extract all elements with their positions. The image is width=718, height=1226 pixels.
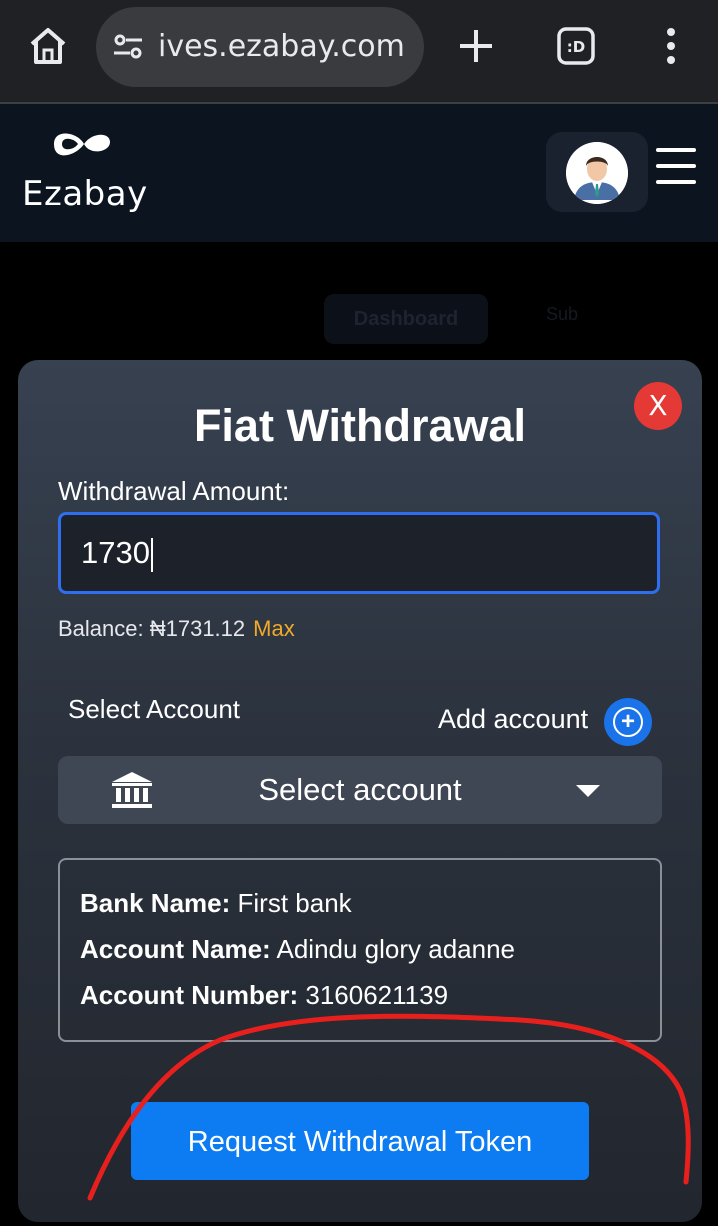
- balance-text: Balance: ₦1731.12: [58, 616, 246, 641]
- account-select-dropdown[interactable]: Select account: [58, 756, 662, 824]
- request-withdrawal-token-button[interactable]: Request Withdrawal Token: [131, 1102, 589, 1180]
- withdrawal-amount-input[interactable]: 1730: [58, 512, 660, 594]
- withdrawal-amount-value: 1730: [81, 535, 150, 570]
- profile-button[interactable]: [546, 132, 648, 212]
- account-select-value: Select account: [258, 772, 462, 807]
- account-name-label: Account Name:: [80, 934, 271, 964]
- site-settings-icon[interactable]: [112, 31, 144, 63]
- account-number-row: Account Number: 3160621139: [80, 980, 640, 1011]
- background-dashboard-tab: Dashboard: [324, 294, 488, 344]
- url-text[interactable]: ives.ezabay.com: [158, 7, 412, 87]
- fiat-withdrawal-modal: X Fiat Withdrawal Withdrawal Amount: 173…: [18, 360, 702, 1222]
- tab-switcher-button[interactable]: :D: [556, 26, 596, 66]
- modal-title: Fiat Withdrawal: [193, 400, 527, 451]
- background-nav-item: Sub: [546, 304, 579, 324]
- avatar: [566, 142, 628, 204]
- add-circle-icon[interactable]: [604, 698, 652, 746]
- site-header: Ezabay: [0, 104, 718, 242]
- tab-switcher-icon: :D: [557, 27, 595, 65]
- new-tab-icon[interactable]: [456, 26, 496, 66]
- account-name-value: Adindu glory adanne: [276, 934, 516, 964]
- max-link[interactable]: Max: [253, 616, 295, 641]
- chevron-down-icon: [576, 785, 600, 797]
- tab-count: :D: [567, 38, 585, 56]
- ezabay-logo-icon[interactable]: [44, 122, 114, 166]
- bank-name-row: Bank Name: First bank: [80, 888, 640, 919]
- account-number-label: Account Number:: [80, 980, 299, 1010]
- withdrawal-amount-label: Withdrawal Amount:: [58, 476, 290, 506]
- account-details-card: Bank Name: First bank Account Name: Adin…: [58, 858, 662, 1042]
- brand-name[interactable]: Ezabay: [22, 174, 148, 214]
- hamburger-menu-icon[interactable]: [656, 148, 696, 188]
- more-vert-icon[interactable]: [656, 24, 686, 68]
- text-caret: [150, 537, 153, 572]
- add-account-label: Add account: [438, 704, 589, 734]
- home-icon[interactable]: [26, 24, 70, 68]
- user-avatar-icon: [566, 142, 628, 204]
- account-name-row: Account Name: Adindu glory adanne: [80, 934, 640, 965]
- balance-row: Balance: ₦1731.12 Max: [58, 616, 295, 642]
- bank-name-label: Bank Name:: [80, 888, 231, 918]
- bank-name-value: First bank: [237, 888, 352, 918]
- account-number-value: 3160621139: [305, 980, 449, 1010]
- select-account-label: Select Account: [68, 694, 240, 724]
- address-bar[interactable]: ives.ezabay.com: [96, 7, 424, 87]
- browser-toolbar: ives.ezabay.com :D: [0, 0, 718, 104]
